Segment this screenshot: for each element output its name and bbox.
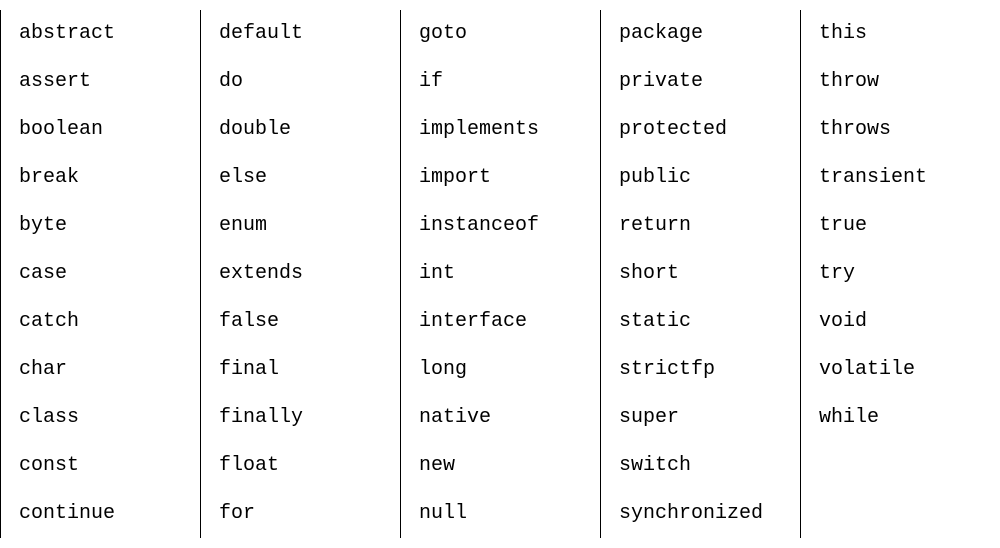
keyword-cell: float <box>219 442 390 490</box>
column-5: this throw throws transient true try voi… <box>800 10 1000 538</box>
keyword-cell: if <box>419 58 590 106</box>
keyword-cell: false <box>219 298 390 346</box>
keyword-cell: return <box>619 202 790 250</box>
keyword-cell: enum <box>219 202 390 250</box>
keyword-cell: short <box>619 250 790 298</box>
keyword-cell: finally <box>219 394 390 442</box>
keyword-cell: default <box>219 10 390 58</box>
column-4: package private protected public return … <box>600 10 800 538</box>
keyword-cell: instanceof <box>419 202 590 250</box>
column-1: abstract assert boolean break byte case … <box>0 10 200 538</box>
keyword-cell: boolean <box>19 106 190 154</box>
keyword-cell: true <box>819 202 990 250</box>
keyword-cell: abstract <box>19 10 190 58</box>
keyword-cell: void <box>819 298 990 346</box>
keyword-cell: continue <box>19 490 190 538</box>
keyword-cell: extends <box>219 250 390 298</box>
keyword-cell: implements <box>419 106 590 154</box>
keyword-cell: transient <box>819 154 990 202</box>
keyword-cell: do <box>219 58 390 106</box>
keyword-cell: synchronized <box>619 490 790 538</box>
keyword-cell: import <box>419 154 590 202</box>
keyword-cell: strictfp <box>619 346 790 394</box>
keyword-cell: while <box>819 394 990 442</box>
keyword-cell: class <box>19 394 190 442</box>
keyword-cell: new <box>419 442 590 490</box>
column-2: default do double else enum extends fals… <box>200 10 400 538</box>
keyword-cell: case <box>19 250 190 298</box>
keyword-cell: break <box>19 154 190 202</box>
keyword-cell: switch <box>619 442 790 490</box>
keyword-cell: native <box>419 394 590 442</box>
keyword-cell: static <box>619 298 790 346</box>
keyword-cell: null <box>419 490 590 538</box>
keyword-cell: byte <box>19 202 190 250</box>
keyword-cell: int <box>419 250 590 298</box>
keyword-cell: this <box>819 10 990 58</box>
keyword-cell: for <box>219 490 390 538</box>
keyword-cell: interface <box>419 298 590 346</box>
column-3: goto if implements import instanceof int… <box>400 10 600 538</box>
keyword-cell: catch <box>19 298 190 346</box>
keyword-cell: public <box>619 154 790 202</box>
keyword-cell: long <box>419 346 590 394</box>
keyword-cell: double <box>219 106 390 154</box>
keyword-cell: goto <box>419 10 590 58</box>
keyword-cell: volatile <box>819 346 990 394</box>
keyword-cell: throws <box>819 106 990 154</box>
keyword-cell: try <box>819 250 990 298</box>
keyword-cell: package <box>619 10 790 58</box>
keyword-cell: private <box>619 58 790 106</box>
keyword-cell: final <box>219 346 390 394</box>
keyword-cell: else <box>219 154 390 202</box>
keyword-cell: const <box>19 442 190 490</box>
keyword-cell: throw <box>819 58 990 106</box>
keywords-table: abstract assert boolean break byte case … <box>0 10 1000 538</box>
keyword-cell: protected <box>619 106 790 154</box>
keyword-cell: char <box>19 346 190 394</box>
keyword-cell: assert <box>19 58 190 106</box>
keyword-cell: super <box>619 394 790 442</box>
